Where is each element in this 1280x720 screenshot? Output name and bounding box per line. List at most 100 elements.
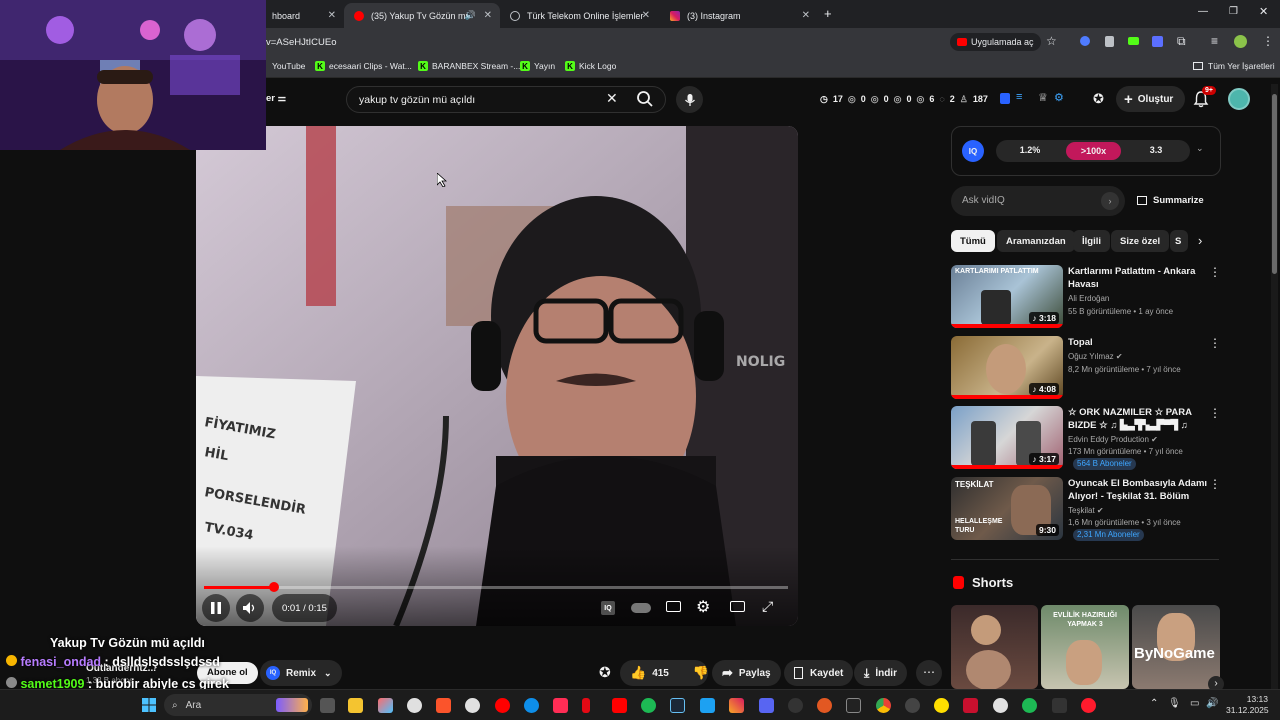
close-icon[interactable]: ✕: [328, 10, 336, 21]
tray-chevron-icon[interactable]: ⌃: [1150, 698, 1158, 709]
vidiq-player-icon[interactable]: IQ: [601, 601, 615, 615]
whatsapp-icon[interactable]: [641, 698, 656, 713]
all-bookmarks[interactable]: Tüm Yer İşaretleri: [1193, 61, 1275, 71]
more-options-icon[interactable]: ⋮: [1209, 265, 1221, 279]
tab-instagram[interactable]: (3) Instagram ✕: [660, 3, 818, 28]
settings-icon[interactable]: ⚙: [1054, 91, 1064, 104]
copilot-icon[interactable]: [378, 698, 393, 713]
obs-icon[interactable]: [905, 698, 920, 713]
close-window-icon[interactable]: ✕: [1259, 5, 1268, 18]
file-explorer-icon[interactable]: [348, 698, 363, 713]
close-icon[interactable]: ✕: [484, 10, 492, 21]
taskbar-search[interactable]: ⌕ Ara: [164, 694, 312, 716]
video-thumbnail[interactable]: ♪ 3:17: [951, 406, 1063, 469]
account-avatar[interactable]: [1228, 88, 1250, 110]
scrollbar-thumb[interactable]: [1272, 94, 1277, 274]
volume-icon[interactable]: 🔊: [1206, 698, 1218, 709]
puzzle-icon[interactable]: ⧉: [1177, 34, 1186, 49]
speaker-icon[interactable]: 🔊: [465, 10, 476, 21]
opera-icon[interactable]: [1081, 698, 1096, 713]
app-icon[interactable]: [1052, 698, 1067, 713]
short-thumbnail[interactable]: ByNoGame: [1132, 605, 1220, 689]
chip-all[interactable]: Tümü: [951, 230, 995, 252]
more-options-icon[interactable]: ⋮: [1209, 406, 1221, 420]
subtitles-icon[interactable]: [666, 601, 681, 612]
bookmark-ecesaari[interactable]: Kecesaari Clips - Wat...: [315, 61, 412, 71]
video-thumbnail[interactable]: KARTLARIMI PATLATTIM ♪ 3:18: [951, 265, 1063, 328]
short-thumbnail[interactable]: EVLİLİK HAZIRLIĞI YAPMAK 3: [1041, 605, 1129, 689]
volume-button[interactable]: [236, 594, 264, 622]
chevron-down-icon[interactable]: ⌄: [1196, 143, 1204, 154]
channel-name[interactable]: Oğuz Yılmaz ✔: [1068, 351, 1123, 363]
recommendation-item[interactable]: ♪ 4:08 Topal Oğuz Yılmaz ✔ 8,2 Mn görünt…: [951, 336, 1221, 400]
firefox-icon[interactable]: [817, 698, 832, 713]
tab-youtube-video[interactable]: (35) Yakup Tv Gözün mü aç 🔊 ✕: [344, 3, 500, 28]
microphone-icon[interactable]: 🎙: [1168, 698, 1181, 709]
bookmark-baranbex[interactable]: K BARANBEX Stream -...: [418, 61, 520, 71]
recommendation-item[interactable]: KARTLARIMI PATLATTIM ♪ 3:18 Kartlarımı P…: [951, 265, 1221, 329]
more-options-icon[interactable]: ⋮: [1209, 336, 1221, 350]
search-icon[interactable]: [636, 90, 654, 108]
like-icon[interactable]: 👍: [630, 665, 646, 681]
chip-from-search[interactable]: Aramanızdan: [997, 230, 1075, 252]
close-icon[interactable]: ✕: [642, 10, 650, 21]
extension-icon[interactable]: [1080, 36, 1090, 46]
more-actions-icon[interactable]: ⋯: [916, 660, 942, 686]
speed-icon[interactable]: [788, 698, 803, 713]
mcafee-icon[interactable]: [963, 698, 978, 713]
vidiq-icon[interactable]: [1000, 93, 1010, 104]
game-controller-icon[interactable]: ✪: [599, 664, 611, 681]
twitter-icon[interactable]: [700, 698, 715, 713]
video-thumbnail[interactable]: TEŞKİLAT HELALLEŞME TURU 9:30: [951, 477, 1063, 540]
address-bar[interactable]: v=ASeHJtICUEo: [266, 37, 337, 48]
trophy-icon[interactable]: ♕: [1038, 91, 1048, 104]
channel-name[interactable]: Ali Erdoğan: [1068, 293, 1109, 305]
filter-label[interactable]: er ⚌: [266, 93, 286, 104]
clear-search-icon[interactable]: ✕: [606, 90, 618, 107]
star-icon[interactable]: ☆: [1046, 34, 1057, 48]
chrome-icon[interactable]: [876, 698, 891, 713]
share-button[interactable]: ➦ Paylaş: [712, 660, 781, 686]
bookmark-youtube[interactable]: YouTube: [272, 61, 305, 71]
tab-turk-telekom[interactable]: Türk Telekom Online İşlemler ✕: [500, 3, 658, 28]
chip-related[interactable]: İlgili: [1073, 230, 1110, 252]
search-input[interactable]: yakup tv gözün mü açıldı: [346, 86, 666, 113]
chip-more[interactable]: S: [1170, 230, 1188, 252]
autoplay-toggle[interactable]: [631, 603, 651, 613]
settings-gear-icon[interactable]: ⚙: [696, 597, 710, 617]
avatar[interactable]: [1234, 35, 1247, 48]
recommendation-item[interactable]: ♪ 3:17 ☆ ORK NAZMILER ☆ PARA BIZDE ☆ ♫ ▙…: [951, 406, 1221, 470]
extension-icon[interactable]: [1152, 36, 1163, 47]
scrollbar[interactable]: [1271, 84, 1278, 689]
microphone-icon[interactable]: [676, 86, 703, 113]
yandex-icon[interactable]: [993, 698, 1008, 713]
brave-icon[interactable]: [436, 698, 451, 713]
notifications-button[interactable]: 9+: [1193, 86, 1216, 113]
snapchat-icon[interactable]: [934, 698, 949, 713]
channel-name[interactable]: Edvin Eddy Production ✔: [1068, 434, 1158, 446]
video-title[interactable]: ☆ ORK NAZMILER ☆ PARA BIZDE ☆ ♫ ▙▃▜▚▃▛▀▜…: [1068, 406, 1208, 432]
taskbar-clock[interactable]: 13:13 31.12.2025: [1226, 694, 1269, 716]
tab-dashboard[interactable]: hboard ✕: [262, 3, 344, 28]
progress-bar[interactable]: [204, 582, 788, 592]
fullscreen-icon[interactable]: ⤢: [762, 598, 773, 615]
new-tab-button[interactable]: +: [824, 6, 832, 21]
youtube-icon[interactable]: [495, 698, 510, 713]
more-options-icon[interactable]: ⋮: [1209, 477, 1221, 491]
short-thumbnail[interactable]: [951, 605, 1038, 689]
create-button[interactable]: + Oluştur: [1116, 86, 1186, 112]
close-icon[interactable]: ✕: [802, 10, 810, 21]
video-player[interactable]: FİYATIMIZ HİL PORSELENDİR TV.034 NOLIG 0…: [196, 126, 798, 626]
epic-games-icon[interactable]: [846, 698, 861, 713]
channel-name[interactable]: Teşkilat ✔: [1068, 505, 1104, 517]
netflix-icon[interactable]: [582, 698, 590, 713]
minimize-icon[interactable]: —: [1198, 6, 1208, 17]
discord-icon[interactable]: [759, 698, 774, 713]
video-title[interactable]: Oyuncak El Bombasıyla Adamı Alıyor! - Te…: [1068, 477, 1208, 503]
display-icon[interactable]: ▭: [1190, 698, 1199, 709]
theater-mode-icon[interactable]: [730, 601, 745, 612]
open-in-app-button[interactable]: Uygulamada aç: [950, 33, 1041, 51]
media-icon[interactable]: ≡: [1211, 34, 1218, 48]
tiktok-icon[interactable]: [553, 698, 568, 713]
video-title[interactable]: Topal: [1068, 336, 1208, 349]
